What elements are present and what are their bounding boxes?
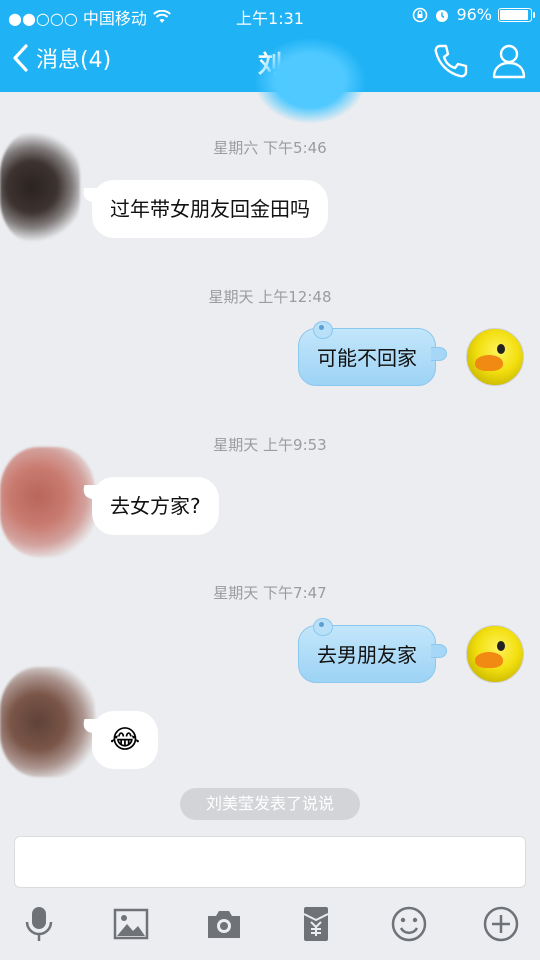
call-button[interactable]	[432, 42, 470, 80]
battery-percent: 96%	[456, 5, 492, 24]
message-text: 去女方家?	[110, 494, 201, 518]
timestamp: 星期天 上午12:48	[208, 288, 332, 306]
feed-notice[interactable]: 刘美莹发表了说说	[180, 788, 360, 820]
timestamp: 星期天 上午9:53	[213, 436, 327, 454]
bubble-tail	[431, 644, 447, 658]
camera-icon	[208, 911, 240, 938]
message-text: 可能不回家	[317, 346, 417, 370]
status-bar: ●●○○○ 中国移动 上午1:31 96%	[0, 0, 540, 30]
bubble-tail	[431, 347, 447, 361]
rotation-lock-icon	[413, 7, 428, 22]
red-packet-icon	[303, 907, 329, 941]
status-right: 96%	[412, 5, 535, 24]
avatar[interactable]	[466, 328, 524, 386]
bubble-decoration	[313, 321, 333, 339]
message-text: 过年带女朋友回金田吗	[110, 197, 310, 221]
bubble-decoration	[313, 618, 333, 636]
timestamp: 星期天 下午7:47	[213, 584, 327, 602]
red-packet-button[interactable]	[296, 904, 336, 944]
emoji-icon	[391, 906, 427, 942]
voice-button[interactable]	[19, 904, 59, 944]
person-icon	[492, 44, 526, 79]
mic-icon	[25, 907, 53, 941]
profile-button[interactable]	[490, 42, 528, 80]
nav-bar: 消息(4) 刘	[0, 30, 540, 123]
emoji-tears-of-joy-icon: 😂	[109, 725, 141, 755]
avatar[interactable]	[466, 625, 524, 683]
emoji-button[interactable]	[389, 904, 429, 944]
message-bubble[interactable]: 过年带女朋友回金田吗	[92, 180, 328, 238]
toolbar	[0, 900, 540, 950]
message-bubble[interactable]: 可能不回家	[298, 321, 447, 386]
message-bubble[interactable]: 😂	[92, 711, 158, 769]
message-bubble[interactable]: 去女方家?	[92, 477, 219, 535]
image-button[interactable]	[111, 904, 151, 944]
duck-beak	[475, 355, 503, 371]
avatar[interactable]	[0, 447, 95, 557]
duck-eye	[497, 344, 505, 354]
avatar[interactable]	[0, 667, 95, 777]
chat-area[interactable]: 星期六 下午5:46 过年带女朋友回金田吗 星期天 上午12:48 可能不回家 …	[0, 92, 540, 832]
camera-button[interactable]	[204, 904, 244, 944]
battery-icon	[498, 7, 535, 22]
top-bar: ●●○○○ 中国移动 上午1:31 96% 消息(4)	[0, 0, 540, 123]
duck-eye	[497, 641, 505, 651]
message-text: 去男朋友家	[317, 643, 417, 667]
image-icon	[113, 908, 149, 940]
plus-icon	[483, 906, 519, 942]
alarm-icon	[436, 9, 449, 22]
more-button[interactable]	[481, 904, 521, 944]
battery-fill	[500, 9, 528, 20]
avatar[interactable]	[0, 132, 80, 242]
message-input[interactable]	[14, 836, 526, 888]
phone-icon	[434, 44, 468, 78]
duck-beak	[475, 652, 503, 668]
message-bubble[interactable]: 去男朋友家	[298, 618, 447, 683]
input-area	[0, 832, 540, 960]
timestamp: 星期六 下午5:46	[213, 139, 327, 157]
